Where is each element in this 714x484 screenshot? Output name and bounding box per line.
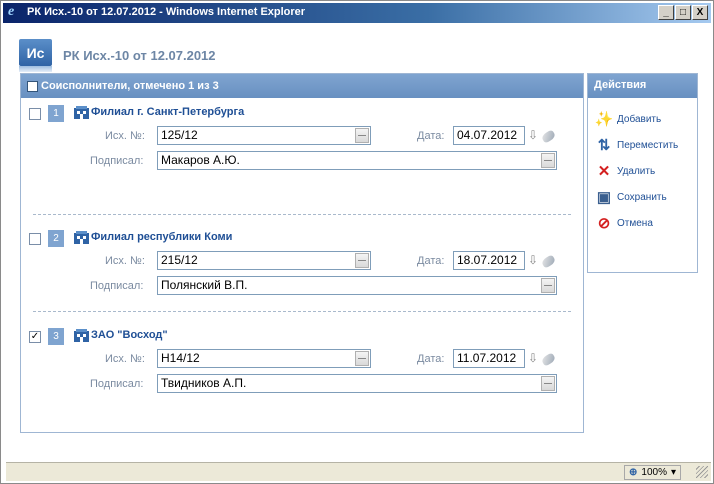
signed-by-spinner[interactable]	[541, 278, 555, 293]
coexecutors-panel: Соисполнители, отмечено 1 из 3 1 Филиал …	[20, 73, 584, 433]
panel-header: Соисполнители, отмечено 1 из 3	[21, 74, 583, 98]
list-item: 1 Филиал г. Санкт-Петербурга Исх. №: 125…	[21, 104, 583, 194]
zoom-level: 100%	[641, 467, 667, 478]
document-type-badge: Ис	[19, 39, 52, 66]
document-badge-tail	[19, 66, 52, 72]
signed-by-label: Подписал:	[90, 378, 144, 390]
clear-date-icon[interactable]	[540, 254, 557, 269]
resize-grip-icon[interactable]	[696, 466, 708, 478]
row-checkbox[interactable]	[29, 233, 41, 245]
signed-by-label: Подписал:	[90, 155, 144, 167]
signed-by-spinner[interactable]	[541, 153, 555, 168]
row-checkbox[interactable]	[29, 108, 41, 120]
save-button[interactable]: ▣ Сохранить	[595, 188, 667, 206]
save-icon: ▣	[596, 189, 612, 206]
row-checkbox[interactable]: ✓	[29, 331, 41, 343]
window-title: РК Исх.-10 от 12.07.2012 - Windows Inter…	[27, 6, 306, 18]
ie-logo-icon: e	[8, 4, 15, 19]
organization-link[interactable]: Филиал г. Санкт-Петербурга	[91, 106, 244, 118]
move-label: Переместить	[617, 139, 679, 151]
out-number-label: Исх. №:	[105, 353, 145, 365]
panel-header-label: Соисполнители, отмечено 1 из 3	[41, 80, 219, 92]
signed-by-field[interactable]: Твидников А.П.	[157, 374, 557, 393]
delete-icon: ✕	[597, 163, 611, 180]
organization-icon	[74, 231, 89, 244]
move-button[interactable]: ⇅ Переместить	[595, 136, 679, 154]
out-number-spinner[interactable]	[355, 351, 369, 366]
row-divider	[33, 311, 571, 312]
date-field[interactable]: 18.07.2012	[453, 251, 525, 270]
date-field[interactable]: 04.07.2012	[453, 126, 525, 145]
date-pick-icon[interactable]: ⇩	[528, 253, 538, 267]
out-number-label: Исх. №:	[105, 255, 145, 267]
title-bar: e РК Исх.-10 от 12.07.2012 - Windows Int…	[3, 3, 711, 23]
date-pick-icon[interactable]: ⇩	[528, 351, 538, 365]
row-divider	[33, 214, 571, 215]
date-label: Дата:	[417, 255, 445, 267]
status-bar: ⊕ 100% ▾	[6, 462, 711, 481]
signed-by-field[interactable]: Полянский В.П.	[157, 276, 557, 295]
out-number-spinner[interactable]	[355, 128, 369, 143]
organization-icon	[74, 329, 89, 342]
actions-panel: Действия ✨ Добавить ⇅ Переместить ✕ Удал…	[587, 73, 698, 273]
row-number: 3	[48, 328, 64, 345]
delete-label: Удалить	[617, 165, 656, 177]
date-field[interactable]: 11.07.2012	[453, 349, 525, 368]
select-all-checkbox[interactable]	[27, 80, 38, 92]
save-label: Сохранить	[617, 191, 667, 203]
row-number: 1	[48, 105, 64, 122]
clear-date-icon[interactable]	[540, 352, 557, 367]
signed-by-field[interactable]: Макаров А.Ю.	[157, 151, 557, 170]
browser-window: e РК Исх.-10 от 12.07.2012 - Windows Int…	[0, 0, 714, 484]
add-icon: ✨	[594, 111, 614, 128]
list-item: 2 Филиал республики Коми Исх. №: 215/12 …	[21, 229, 583, 319]
minimize-button[interactable]: _	[658, 5, 674, 20]
out-number-spinner[interactable]	[355, 253, 369, 268]
date-label: Дата:	[417, 130, 445, 142]
date-pick-icon[interactable]: ⇩	[528, 128, 538, 142]
out-number-field[interactable]: Н14/12	[157, 349, 371, 368]
row-number: 2	[48, 230, 64, 247]
signed-by-spinner[interactable]	[541, 376, 555, 391]
close-button[interactable]: X	[692, 5, 708, 20]
page-title: РК Исх.-10 от 12.07.2012	[63, 48, 216, 63]
organization-link[interactable]: ЗАО "Восход"	[91, 329, 168, 341]
zoom-icon: ⊕	[629, 467, 638, 478]
move-icon: ⇅	[597, 137, 611, 154]
organization-link[interactable]: Филиал республики Коми	[91, 231, 232, 243]
cancel-button[interactable]: ⊘ Отмена	[595, 214, 653, 232]
date-label: Дата:	[417, 353, 445, 365]
cancel-label: Отмена	[617, 217, 653, 229]
add-button[interactable]: ✨ Добавить	[594, 110, 662, 128]
actions-header: Действия	[588, 74, 697, 98]
signed-by-label: Подписал:	[90, 280, 144, 292]
list-item: ✓ 3 ЗАО "Восход" Исх. №: Н14/12 Дата: 11…	[21, 327, 583, 417]
chevron-down-icon[interactable]: ▾	[671, 467, 676, 478]
cancel-icon: ⊘	[597, 215, 611, 232]
out-number-field[interactable]: 125/12	[157, 126, 371, 145]
clear-date-icon[interactable]	[540, 129, 557, 144]
zoom-control[interactable]: ⊕ 100% ▾	[624, 465, 681, 480]
add-label: Добавить	[617, 113, 662, 125]
window-controls: _ □ X	[658, 5, 708, 20]
delete-button[interactable]: ✕ Удалить	[595, 162, 655, 180]
organization-icon	[74, 106, 89, 119]
out-number-field[interactable]: 215/12	[157, 251, 371, 270]
out-number-label: Исх. №:	[105, 130, 145, 142]
maximize-button[interactable]: □	[675, 5, 691, 20]
